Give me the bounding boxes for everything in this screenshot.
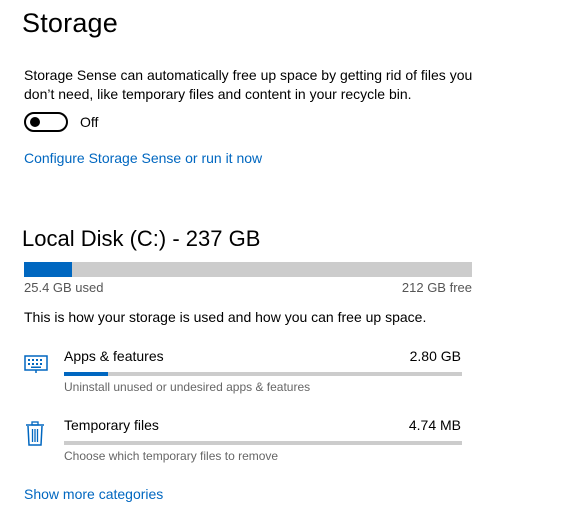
configure-storage-sense-link[interactable]: Configure Storage Sense or run it now xyxy=(24,150,262,166)
category-usage-bar xyxy=(64,441,462,445)
disk-usage-bar-fill xyxy=(24,262,72,277)
category-description: Uninstall unused or undesired apps & fea… xyxy=(64,380,311,394)
category-name: Temporary files xyxy=(64,417,159,433)
category-usage-bar-fill xyxy=(64,372,108,376)
category-usage-bar xyxy=(64,372,462,376)
disk-title: Local Disk (C:) - 237 GB xyxy=(22,226,261,251)
storage-sense-toggle-state: Off xyxy=(80,114,99,130)
keyboard-icon xyxy=(24,353,48,375)
disk-free-label: 212 GB free xyxy=(401,280,472,295)
trash-icon xyxy=(25,421,47,446)
show-more-categories-link[interactable]: Show more categories xyxy=(24,486,163,502)
category-description: Choose which temporary files to remove xyxy=(64,449,279,463)
disk-used-label: 25.4 GB used xyxy=(24,280,104,295)
category-temporary-files[interactable]: Temporary files 4.74 MB Choose which tem… xyxy=(0,409,572,469)
storage-sense-toggle[interactable] xyxy=(24,112,68,132)
disk-usage-bar xyxy=(24,262,472,277)
category-size: 4.74 MB xyxy=(408,417,461,433)
toggle-knob xyxy=(30,117,40,127)
category-name: Apps & features xyxy=(64,348,164,364)
category-apps-features[interactable]: Apps & features 2.80 GB Uninstall unused… xyxy=(0,340,572,400)
storage-usage-text: This is how your storage is used and how… xyxy=(24,309,427,325)
page-title: Storage xyxy=(22,8,118,38)
category-size: 2.80 GB xyxy=(409,348,461,364)
storage-sense-description: Storage Sense can automatically free up … xyxy=(24,67,473,102)
